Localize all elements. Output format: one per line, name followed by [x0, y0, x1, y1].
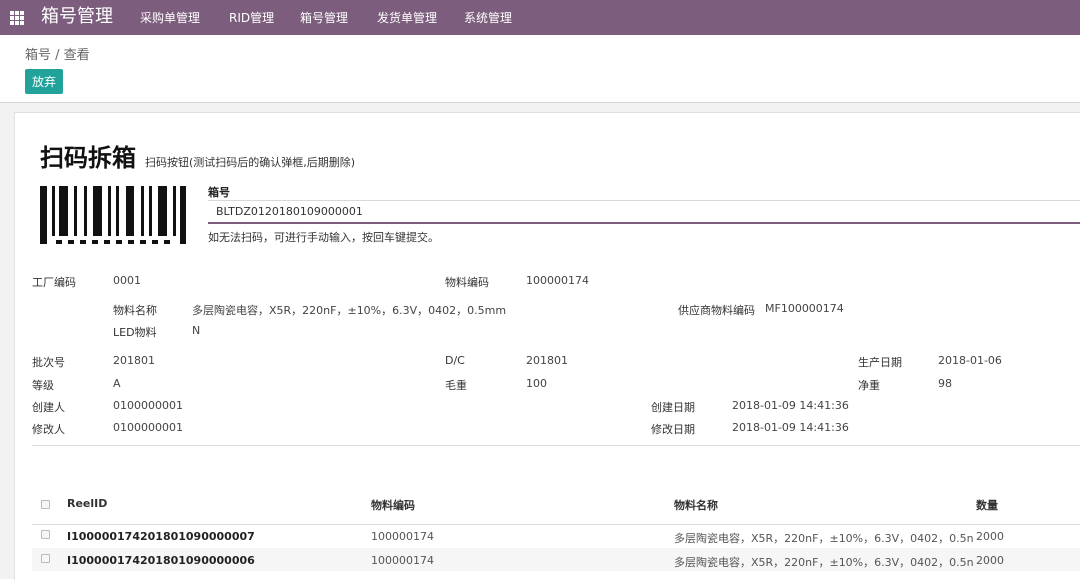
material-name-label: 物料名称: [113, 304, 157, 317]
led-material-value: N: [192, 324, 201, 337]
net-weight-value: 98: [938, 377, 952, 390]
control-panel: 箱号 / 查看 放弃: [0, 35, 1080, 103]
row-checkbox[interactable]: [41, 554, 50, 563]
factory-code-value: 0001: [113, 274, 141, 287]
material-code-value: 100000174: [526, 274, 589, 287]
modifier-label: 修改人: [32, 423, 65, 436]
batch-no-label: 批次号: [32, 356, 65, 369]
row-material-name: 多层陶瓷电容，X5R，220nF，±10%，6.3V，0402，0.5n: [674, 532, 974, 545]
row-reel-id: I100000174201801090000007: [67, 530, 255, 543]
create-date-value: 2018-01-09 14:41:36: [732, 399, 849, 412]
box-number-hint: 如无法扫码，可进行手动输入，按回车键提交。: [208, 231, 439, 244]
section-divider: [32, 445, 1080, 446]
led-material-label: LED物料: [113, 326, 157, 339]
creator-label: 创建人: [32, 401, 65, 414]
app-title: 箱号管理: [41, 6, 113, 27]
factory-code-label: 工厂编码: [32, 276, 76, 289]
create-date-label: 创建日期: [651, 401, 695, 414]
creator-value: 0100000001: [113, 399, 183, 412]
discard-button[interactable]: 放弃: [25, 69, 63, 94]
nav-menu-system[interactable]: 系统管理: [464, 10, 512, 26]
row-checkbox[interactable]: [41, 530, 50, 539]
row-material-name: 多层陶瓷电容，X5R，220nF，±10%，6.3V，0402，0.5n: [674, 556, 974, 569]
modify-date-label: 修改日期: [651, 423, 695, 436]
modify-date-value: 2018-01-09 14:41:36: [732, 421, 849, 434]
apps-grid-icon[interactable]: [10, 11, 24, 25]
row-material-code: 100000174: [371, 530, 434, 543]
column-header-quantity[interactable]: 数量: [976, 497, 998, 513]
select-all-checkbox[interactable]: [41, 500, 50, 509]
grade-label: 等级: [32, 379, 54, 392]
supplier-material-code-value: MF100000174: [765, 302, 844, 315]
modifier-value: 0100000001: [113, 421, 183, 434]
grade-value: A: [113, 377, 121, 390]
material-name-value: 多层陶瓷电容，X5R，220nF，±10%，6.3V，0402，0.5mm: [192, 304, 507, 317]
column-header-material-name[interactable]: 物料名称: [674, 497, 718, 513]
nav-menu-box-numbers[interactable]: 箱号管理: [300, 10, 348, 26]
box-number-input[interactable]: [208, 200, 1080, 224]
top-navbar: 箱号管理 采购单管理 RID管理 箱号管理 发货单管理 系统管理: [0, 0, 1080, 35]
dc-value: 201801: [526, 354, 568, 367]
net-weight-label: 净重: [858, 379, 880, 392]
barcode-icon[interactable]: [40, 186, 186, 248]
column-header-material-code[interactable]: 物料编码: [371, 497, 415, 513]
gross-weight-label: 毛重: [445, 379, 467, 392]
supplier-material-code-label: 供应商物料编码: [678, 304, 755, 317]
dc-label: D/C: [445, 354, 465, 367]
nav-menu-purchase-orders[interactable]: 采购单管理: [140, 10, 200, 26]
row-material-code: 100000174: [371, 554, 434, 567]
production-date-value: 2018-01-06: [938, 354, 1002, 367]
form-title: 扫码拆箱: [40, 144, 136, 172]
breadcrumb[interactable]: 箱号 / 查看: [25, 44, 90, 63]
row-quantity: 2000: [976, 530, 1004, 543]
nav-menu-rid[interactable]: RID管理: [229, 10, 274, 26]
column-header-reel-id[interactable]: ReelID: [67, 497, 107, 510]
box-number-label: 箱号: [208, 186, 230, 199]
material-code-label: 物料编码: [445, 276, 489, 289]
row-quantity: 2000: [976, 554, 1004, 567]
nav-menu-delivery-orders[interactable]: 发货单管理: [377, 10, 437, 26]
row-reel-id: I100000174201801090000006: [67, 554, 255, 567]
scan-test-button[interactable]: 扫码按钮(测试扫码后的确认弹框,后期删除): [145, 154, 355, 170]
form-sheet: [14, 112, 1080, 580]
batch-no-value: 201801: [113, 354, 155, 367]
gross-weight-value: 100: [526, 377, 547, 390]
production-date-label: 生产日期: [858, 356, 902, 369]
